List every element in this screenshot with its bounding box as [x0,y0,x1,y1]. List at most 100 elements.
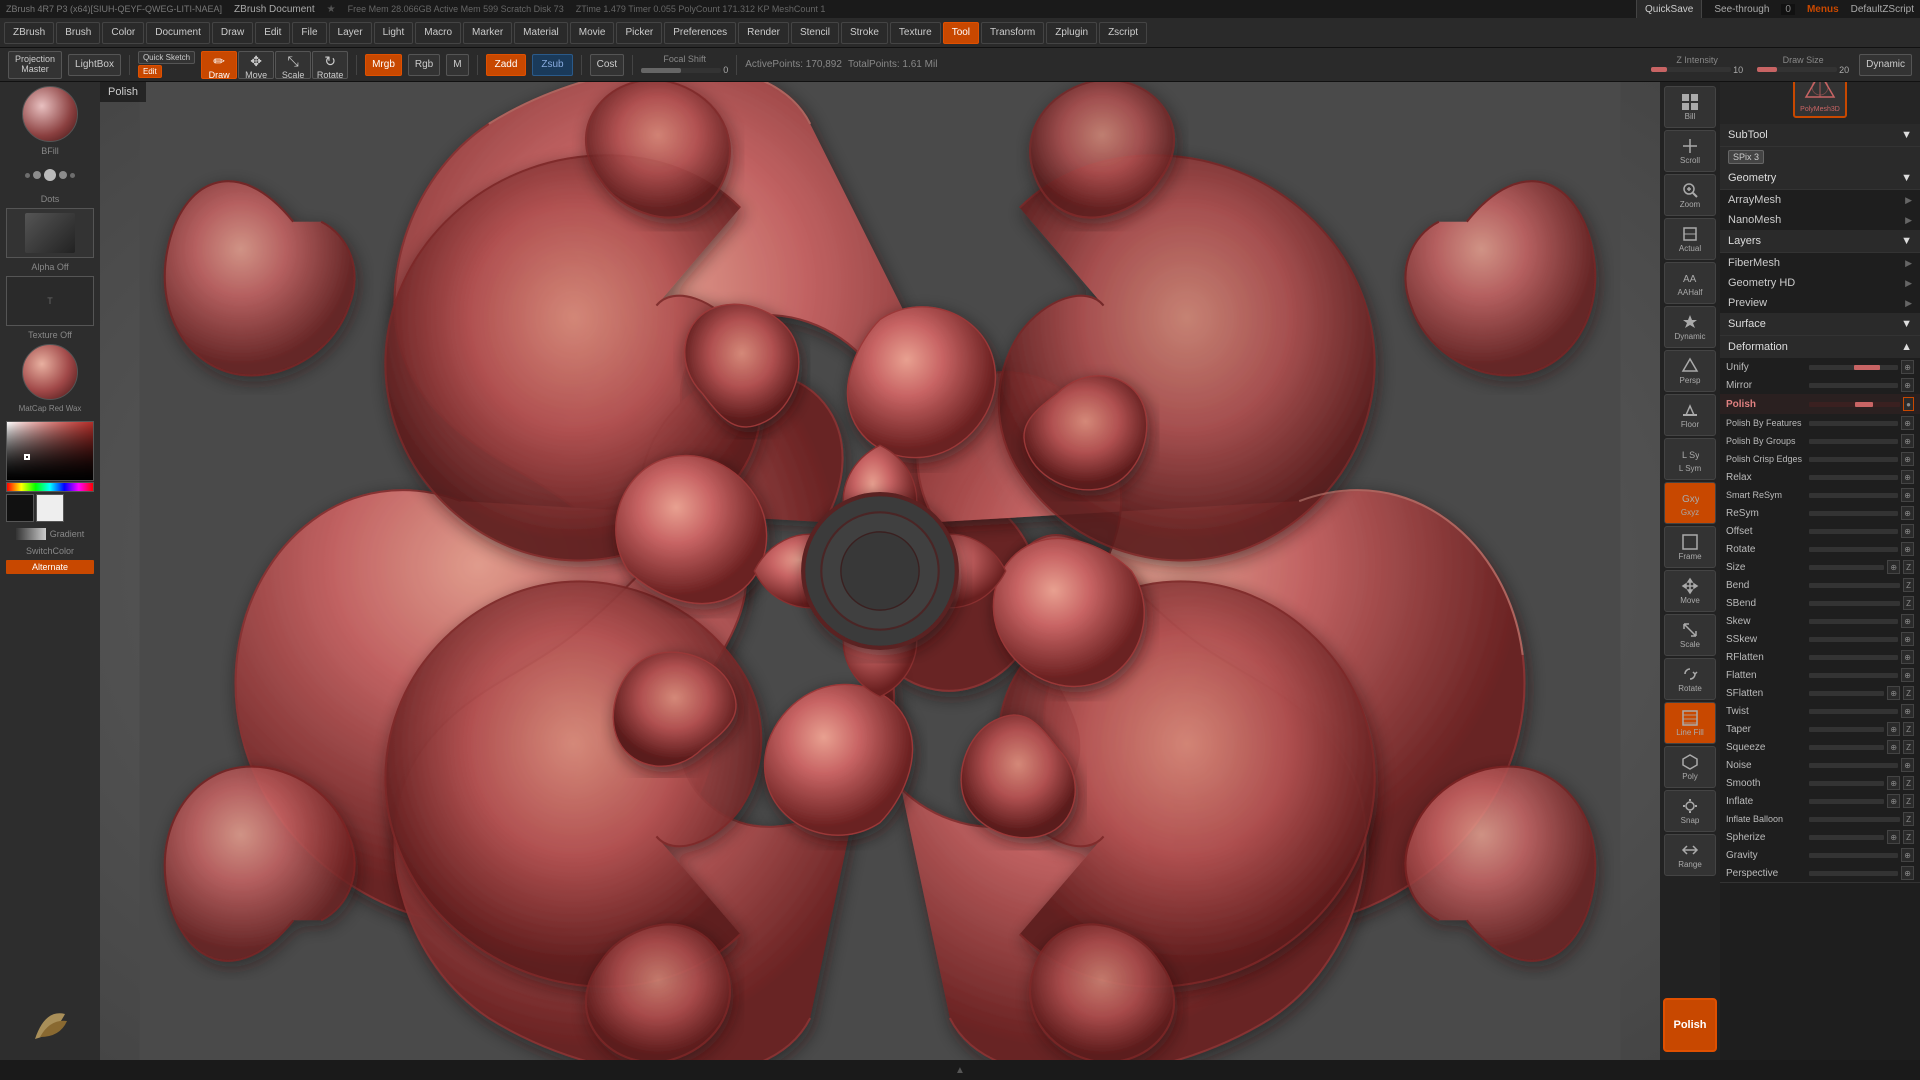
move-btn[interactable]: ✥ Move [238,51,274,79]
projection-master-btn[interactable]: Projection Master [8,51,62,79]
see-through-label[interactable]: See-through [1714,4,1769,15]
size-z-btn[interactable]: Z [1903,560,1914,574]
floor-icon-btn[interactable]: Floor [1664,394,1716,436]
lsym-icon-btn[interactable]: L Sym L Sym [1664,438,1716,480]
edit-btn[interactable]: Edit [138,65,162,78]
relax-btn[interactable]: ⊕ [1901,470,1914,484]
mrgb-btn[interactable]: Mrgb [365,54,402,76]
sskew-btn[interactable]: ⊕ [1901,632,1914,646]
scale-btn[interactable]: ⤡ Scale [275,51,311,79]
offset-btn[interactable]: ⊕ [1901,524,1914,538]
menu-file[interactable]: File [292,22,326,44]
menu-texture[interactable]: Texture [890,22,941,44]
menu-brush[interactable]: Brush [56,22,100,44]
quicksave-btn[interactable]: QuickSave [1636,0,1702,20]
unify-track[interactable] [1809,365,1898,370]
persp-icon-btn[interactable]: Persp [1664,350,1716,392]
alpha-swatch[interactable] [6,208,94,258]
gravity-track[interactable] [1809,853,1898,858]
scale-strip-icon-btn[interactable]: Scale [1664,614,1716,656]
inflate-balloon-track[interactable] [1809,817,1900,822]
lightbox-btn[interactable]: LightBox [68,54,121,76]
fibermesh-item[interactable]: FiberMesh ▶ [1720,253,1920,273]
cost-btn[interactable]: Cost [590,54,625,76]
linefill-icon-btn[interactable]: Line Fill [1664,702,1716,744]
menu-material[interactable]: Material [514,22,568,44]
twist-btn[interactable]: ⊕ [1901,704,1914,718]
menu-edit[interactable]: Edit [255,22,290,44]
rflatten-track[interactable] [1809,655,1898,660]
texture-swatch[interactable]: T [6,276,94,326]
zadd-btn[interactable]: Zadd [486,54,527,76]
menu-picker[interactable]: Picker [616,22,662,44]
polish-crisp-track[interactable] [1809,457,1898,462]
white-swatch[interactable] [36,494,64,522]
mirror-track[interactable] [1809,383,1898,388]
default-script-btn[interactable]: DefaultZScript [1851,4,1914,15]
aahalf-icon-btn[interactable]: AA AAHalf [1664,262,1716,304]
perspective-track[interactable] [1809,871,1898,876]
nanomesh-item[interactable]: NanoMesh ▶ [1720,210,1920,230]
actual-icon-btn[interactable]: Actual [1664,218,1716,260]
menu-layer[interactable]: Layer [329,22,372,44]
deformation-header[interactable]: Deformation ▲ [1720,336,1920,358]
bend-btn[interactable]: Z [1903,578,1914,592]
squeeze-sym-btn[interactable]: ⊕ [1887,740,1900,754]
doc-title[interactable]: ZBrush Document [234,4,315,15]
noise-track[interactable] [1809,763,1898,768]
move-strip-icon-btn[interactable]: Move [1664,570,1716,612]
noise-btn[interactable]: ⊕ [1901,758,1914,772]
spherize-z-btn[interactable]: Z [1903,830,1914,844]
smart-resym-btn[interactable]: ⊕ [1901,488,1914,502]
menu-zplugin[interactable]: Zplugin [1046,22,1097,44]
inflate-track[interactable] [1809,799,1884,804]
smooth-z-btn[interactable]: Z [1903,776,1914,790]
offset-track[interactable] [1809,529,1898,534]
polish-features-btn[interactable]: ⊕ [1901,416,1914,430]
resym-btn[interactable]: ⊕ [1901,506,1914,520]
canvas-area[interactable] [100,82,1660,1060]
sskew-track[interactable] [1809,637,1898,642]
rgb-btn[interactable]: Rgb [408,54,440,76]
material-preview[interactable] [22,344,78,400]
sflatten-track[interactable] [1809,691,1884,696]
spherize-sym-btn[interactable]: ⊕ [1887,830,1900,844]
gxyz-icon-btn[interactable]: Gxyz Gxyz [1664,482,1716,524]
preview-item[interactable]: Preview ▶ [1720,293,1920,313]
layers-header[interactable]: Layers ▼ [1720,230,1920,252]
rotate-deform-track[interactable] [1809,547,1898,552]
arraymesh-item[interactable]: ArrayMesh ▶ [1720,190,1920,210]
squeeze-z-btn[interactable]: Z [1903,740,1914,754]
relax-track[interactable] [1809,475,1898,480]
menu-macro[interactable]: Macro [415,22,461,44]
quick-sketch-btn[interactable]: Quick Sketch [138,51,195,64]
taper-z-btn[interactable]: Z [1903,722,1914,736]
zoom-icon-btn[interactable]: Zoom [1664,174,1716,216]
perspective-btn[interactable]: ⊕ [1901,866,1914,880]
polish-groups-track[interactable] [1809,439,1898,444]
geometry-hd-item[interactable]: Geometry HD ▶ [1720,273,1920,293]
menu-movie[interactable]: Movie [570,22,615,44]
inflate-z-btn[interactable]: Z [1903,794,1914,808]
menu-draw[interactable]: Draw [212,22,253,44]
surface-header[interactable]: Surface ▼ [1720,313,1920,335]
hue-slider[interactable] [6,482,94,492]
sflatten-z-btn[interactable]: Z [1903,686,1914,700]
snap-icon-btn[interactable]: Snap [1664,790,1716,832]
inflate-sym-btn[interactable]: ⊕ [1887,794,1900,808]
sphere-preview[interactable] [22,86,78,142]
smooth-track[interactable] [1809,781,1884,786]
menu-zbrush[interactable]: ZBrush [4,22,54,44]
bend-track[interactable] [1809,583,1900,588]
dot-brush-preview[interactable] [22,160,78,190]
menu-transform[interactable]: Transform [981,22,1044,44]
menu-render[interactable]: Render [738,22,789,44]
zsub-btn[interactable]: Zsub [532,54,572,76]
range-icon-btn[interactable]: Range [1664,834,1716,876]
taper-sym-btn[interactable]: ⊕ [1887,722,1900,736]
flatten-btn[interactable]: ⊕ [1901,668,1914,682]
inflate-balloon-z-btn[interactable]: Z [1903,812,1914,826]
dynamic-icon-btn[interactable]: Dynamic [1664,306,1716,348]
menu-color[interactable]: Color [102,22,144,44]
size-sym-btn[interactable]: ⊕ [1887,560,1900,574]
